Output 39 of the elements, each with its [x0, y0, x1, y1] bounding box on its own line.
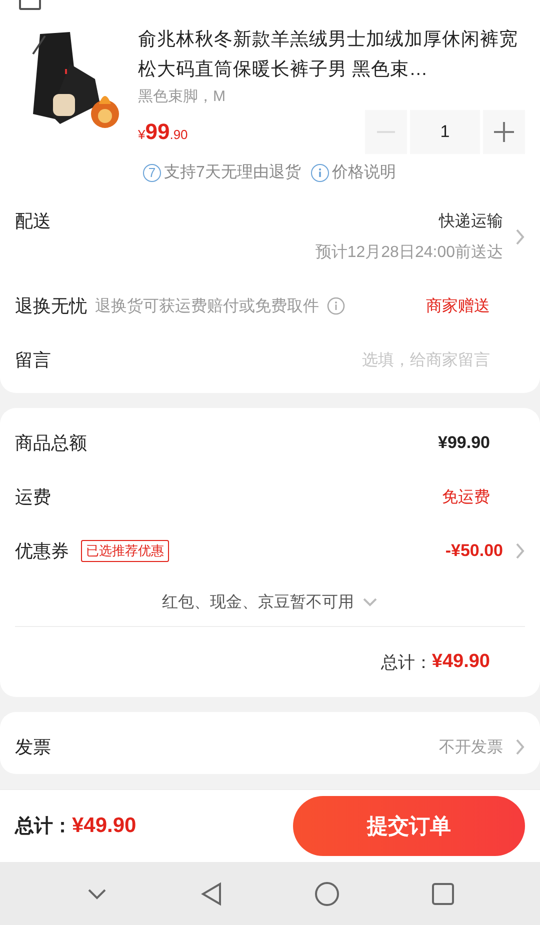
unavailable-note: 红包、现金、京豆暂不可用	[162, 592, 354, 612]
delivery-eta: 预计12月28日24:00前送达	[315, 242, 503, 263]
total-label: 总计：	[380, 652, 432, 674]
row-label: 留言	[15, 349, 51, 372]
row-label: 配送	[15, 210, 51, 233]
row-value: ¥99.90	[438, 433, 490, 453]
chevron-right-icon	[515, 228, 525, 246]
row-label: 退换无忧	[15, 295, 87, 318]
service-text[interactable]: 价格说明	[332, 162, 396, 183]
chevron-down-icon[interactable]	[86, 888, 106, 900]
quantity-field[interactable]: 1	[410, 110, 480, 154]
row-label: 商品总额	[15, 432, 87, 455]
chevron-right-icon	[515, 542, 525, 560]
coupon-tag: 已选推荐优惠	[81, 540, 169, 562]
returns-description: 退换货可获运费赔付或免费取件	[95, 296, 319, 316]
row-label: 优惠券	[15, 540, 69, 563]
row-label: 发票	[15, 736, 51, 759]
recent-apps-icon[interactable]	[432, 882, 454, 904]
info-icon	[310, 164, 329, 182]
total-label: 总计：	[15, 814, 72, 839]
returns-value: 商家赠送	[426, 296, 490, 316]
back-icon[interactable]	[200, 882, 222, 906]
delivery-method: 快递运输	[439, 212, 503, 232]
product-title: 俞兆林秋冬新款羊羔绒男士加绒加厚休闲裤宽松大码直筒保暖长裤子男 黑色束…	[138, 27, 519, 81]
home-icon[interactable]	[314, 882, 338, 906]
row-value: 免运费	[442, 488, 490, 508]
plus-icon	[494, 122, 514, 142]
total-value: ¥49.90	[72, 814, 136, 838]
submit-order-button[interactable]: 提交订单	[293, 796, 525, 856]
product-price: ¥99.90	[138, 119, 188, 145]
service-text[interactable]: 支持7天无理由退货	[164, 162, 301, 183]
row-value: -¥50.00	[445, 541, 503, 561]
chevron-right-icon	[515, 738, 525, 756]
row-label: 运费	[15, 486, 51, 509]
total-value: ¥49.90	[432, 651, 490, 673]
product-spec: 黑色束脚，M	[138, 87, 226, 106]
plus-button[interactable]	[483, 110, 525, 154]
invoice-value: 不开发票	[439, 738, 503, 758]
seven-day-badge: 7	[143, 164, 161, 182]
